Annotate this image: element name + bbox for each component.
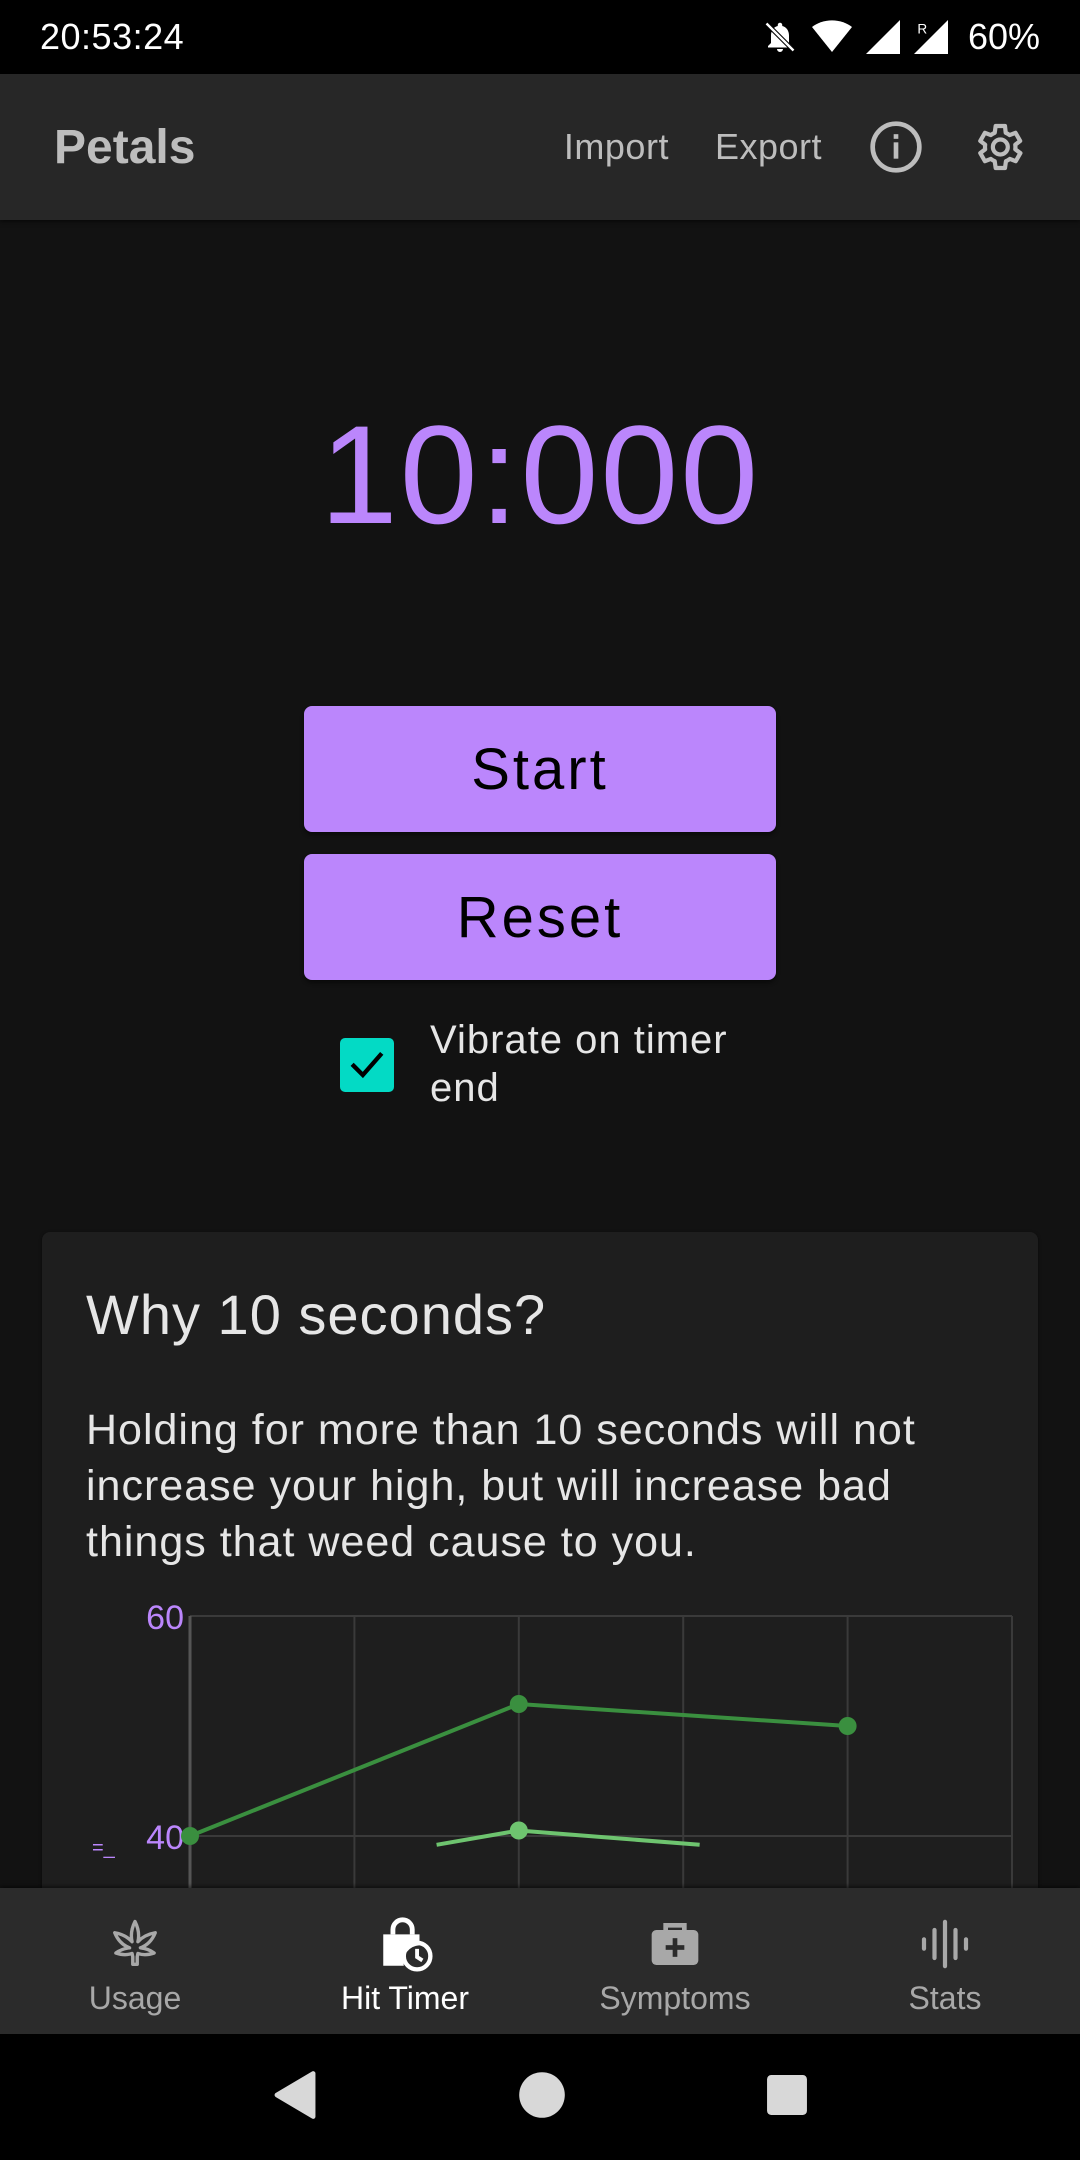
signal-icon [865, 19, 900, 55]
svg-text:R: R [917, 22, 927, 37]
status-bar: 20:53:24 R 60% [0, 0, 1080, 74]
app-title: Petals [54, 120, 196, 174]
chart-grid [188, 1615, 1013, 1922]
nav-item-usage[interactable]: Usage [0, 1888, 270, 2034]
app-bar: Petals Import Export [0, 74, 1080, 220]
info-card: Why 10 seconds? Holding for more than 10… [42, 1232, 1038, 1992]
timer-bag-icon [375, 1914, 435, 1974]
recents-icon[interactable] [766, 2074, 808, 2121]
nav-item-hit-timer[interactable]: Hit Timer [270, 1888, 540, 2034]
import-button[interactable]: Import [564, 126, 669, 168]
wifi-icon [811, 19, 852, 55]
vibrate-label: Vibrate on timer end [430, 1018, 728, 1110]
status-icons: R 60% [762, 16, 1040, 58]
legend-marker: =_ [92, 1837, 116, 1859]
data-point [838, 1717, 857, 1735]
nav-item-stats[interactable]: Stats [810, 1888, 1080, 2034]
reset-button[interactable]: Reset [304, 854, 776, 980]
nav-label-stats: Stats [908, 1980, 982, 2016]
vibrate-option[interactable]: Vibrate on timer end [340, 1016, 790, 1112]
gear-icon[interactable] [970, 119, 1026, 175]
nav-label-symptoms: Symptoms [599, 1980, 751, 2016]
vibrate-checkbox[interactable] [340, 1038, 394, 1092]
line-chart: 60 40 =_ [92, 1602, 1013, 1922]
nav-label-usage: Usage [88, 1980, 182, 2016]
card-body: Holding for more than 10 seconds will no… [86, 1406, 916, 1566]
export-button[interactable]: Export [715, 126, 822, 168]
info-icon[interactable] [868, 119, 924, 175]
nav-item-symptoms[interactable]: Symptoms [540, 1888, 810, 2034]
cannabis-leaf-icon [105, 1914, 165, 1974]
signal-roaming-icon: R [913, 19, 948, 55]
medical-kit-icon [645, 1914, 705, 1974]
y-tick-label: 40 [146, 1819, 184, 1857]
data-point [509, 1695, 528, 1713]
back-icon[interactable] [272, 2070, 318, 2125]
start-button[interactable]: Start [304, 706, 776, 832]
home-icon[interactable] [518, 2071, 566, 2124]
stats-bars-icon [915, 1914, 975, 1974]
y-tick-label: 60 [146, 1602, 184, 1637]
data-point [181, 1827, 199, 1845]
status-time: 20:53:24 [40, 16, 185, 57]
card-title: Why 10 seconds? [86, 1283, 547, 1346]
nav-label-hit-timer: Hit Timer [341, 1980, 469, 2016]
chart-y-ticks: 60 40 =_ [92, 1602, 184, 1859]
system-navigation-bar [0, 2034, 1080, 2160]
timer-display: 10:000 [319, 396, 761, 553]
series-line-partial [436, 1828, 700, 1847]
do-not-disturb-bell-icon [762, 19, 798, 55]
bottom-navigation: Usage Hit Timer Symptoms Stats [0, 1888, 1080, 2034]
battery-percent: 60% [967, 16, 1040, 57]
